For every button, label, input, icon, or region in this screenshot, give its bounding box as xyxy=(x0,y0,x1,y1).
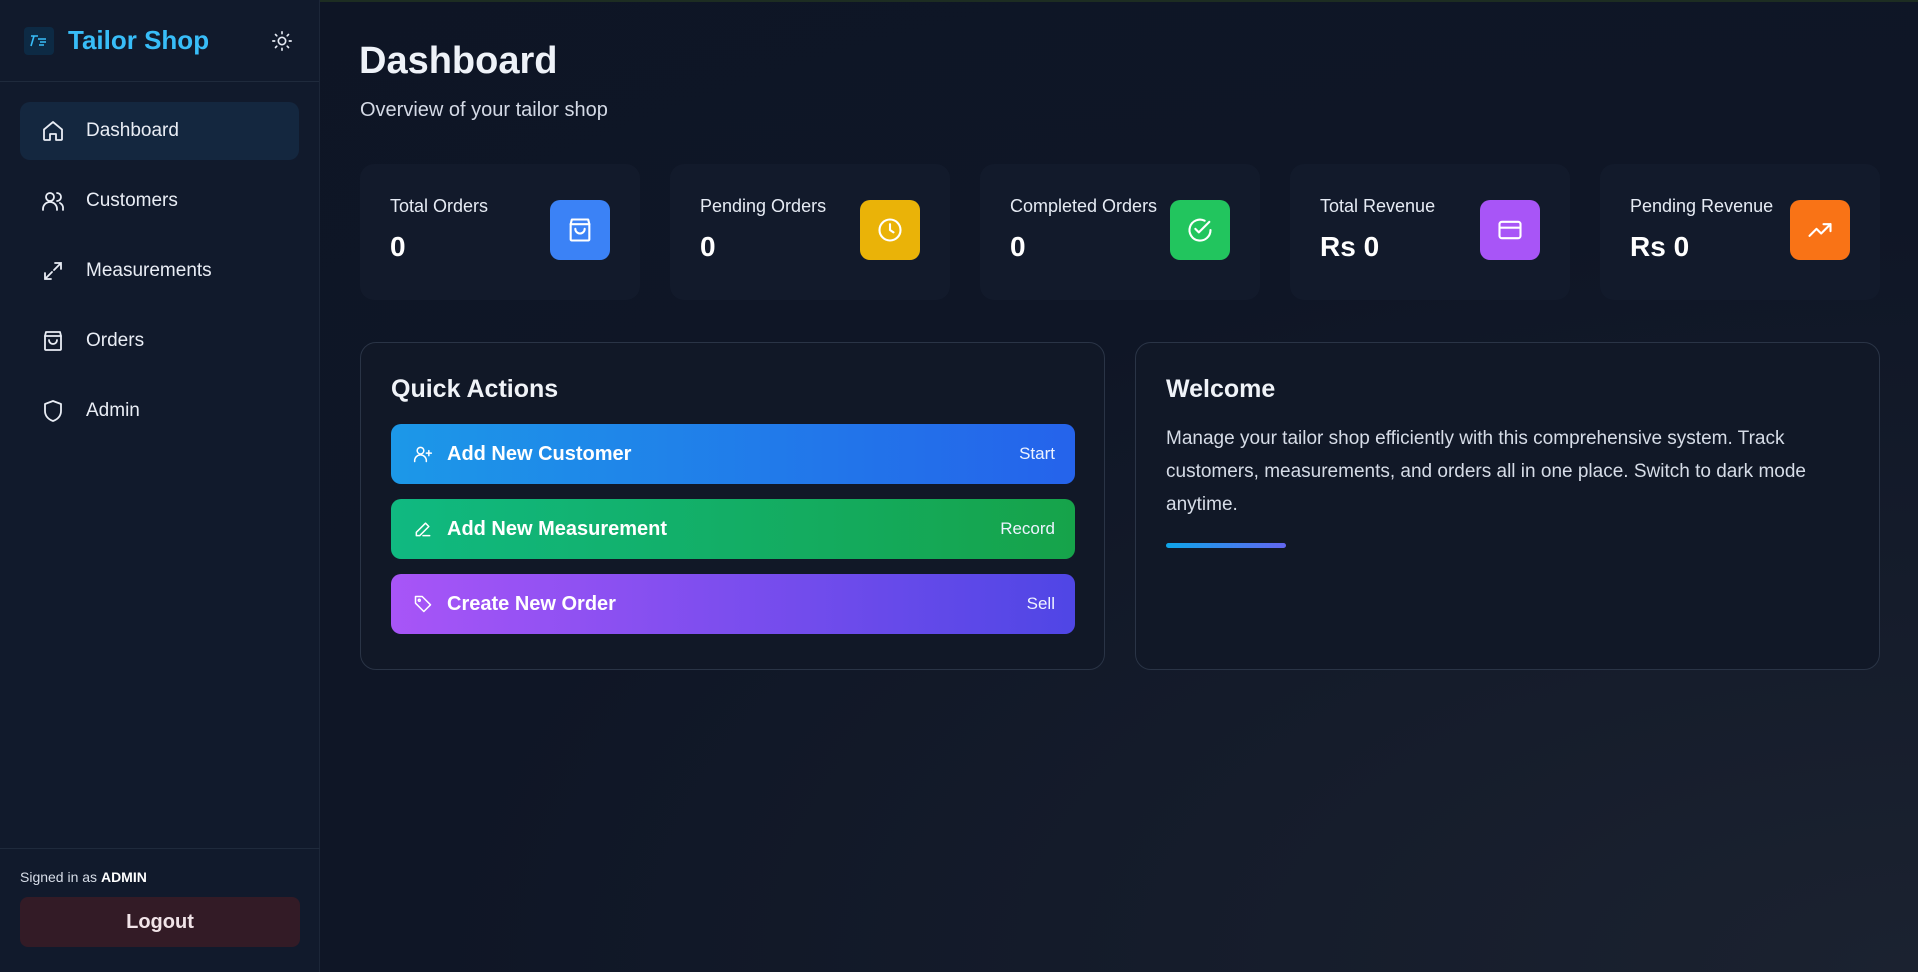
page-subtitle: Overview of your tailor shop xyxy=(360,99,608,121)
quick-action-hint: Start xyxy=(1019,444,1055,463)
brand-header: Tailor Shop xyxy=(0,0,319,82)
stat-label: Total Revenue xyxy=(1320,196,1436,216)
main-content: Dashboard Overview of your tailor shop T… xyxy=(320,0,1918,972)
quick-action-hint: Record xyxy=(1000,519,1055,538)
sidebar-item-dashboard[interactable]: Dashboard xyxy=(20,102,299,160)
sidebar-item-label: Orders xyxy=(86,330,145,351)
theme-toggle-sun-icon[interactable] xyxy=(265,24,299,58)
stat-value: 0 xyxy=(390,231,406,262)
home-icon xyxy=(40,118,66,144)
sidebar-footer: Signed in as ADMIN Logout xyxy=(0,848,320,972)
quick-actions-title: Quick Actions xyxy=(391,375,559,403)
stat-card-pending-orders: Pending Orders 0 xyxy=(670,164,950,300)
sidebar-item-admin[interactable]: Admin xyxy=(20,382,299,440)
signed-in-user: ADMIN xyxy=(100,869,147,885)
quick-action-label: Create New Order xyxy=(447,592,616,615)
app-root: Tailor Shop Dashboard Customers Measurem… xyxy=(0,0,1918,972)
logout-button[interactable]: Logout xyxy=(20,897,300,947)
welcome-accent-bar xyxy=(1166,543,1286,548)
welcome-text: Manage your tailor shop efficiently with… xyxy=(1166,428,1806,515)
quick-action-hint: Sell xyxy=(1026,594,1055,613)
sidebar-item-measurements[interactable]: Measurements xyxy=(20,242,299,300)
stat-card-total-orders: Total Orders 0 xyxy=(360,164,640,300)
create-new-order-button[interactable]: Create New Order Sell xyxy=(391,574,1075,634)
user-plus-icon xyxy=(411,442,435,466)
expand-arrows-icon xyxy=(40,258,66,284)
signed-in-status: Signed in as ADMIN xyxy=(20,869,300,885)
quick-action-label: Add New Measurement xyxy=(447,517,668,540)
stat-value: Rs 0 xyxy=(1320,231,1380,262)
stat-value: 0 xyxy=(700,231,716,262)
quick-actions-panel: Quick Actions Add New Customer Start Add… xyxy=(360,342,1105,670)
sidebar-item-customers[interactable]: Customers xyxy=(20,172,299,230)
stat-value: Rs 0 xyxy=(1630,231,1690,262)
stats-row: Total Orders 0 Pending Orders 0 Complete… xyxy=(360,164,1880,300)
sidebar: Tailor Shop Dashboard Customers Measurem… xyxy=(0,0,320,972)
stat-label: Pending Revenue xyxy=(1630,196,1774,216)
quick-action-label: Add New Customer xyxy=(447,442,632,465)
sidebar-item-label: Measurements xyxy=(86,260,212,281)
stat-card-total-revenue: Total Revenue Rs 0 xyxy=(1290,164,1570,300)
page-title: Dashboard xyxy=(359,40,558,82)
stat-card-pending-revenue: Pending Revenue Rs 0 xyxy=(1600,164,1880,300)
shopping-bag-icon xyxy=(40,328,66,354)
quick-actions-list: Add New Customer Start Add New Measureme… xyxy=(391,424,1075,634)
welcome-panel: Welcome Manage your tailor shop efficien… xyxy=(1135,342,1880,670)
sidebar-item-label: Dashboard xyxy=(86,120,179,141)
stat-label: Pending Orders xyxy=(700,196,827,216)
clock-icon xyxy=(860,200,920,260)
sidebar-item-orders[interactable]: Orders xyxy=(20,312,299,370)
shopping-bag-icon xyxy=(550,200,610,260)
add-new-measurement-button[interactable]: Add New Measurement Record xyxy=(391,499,1075,559)
trending-up-icon xyxy=(1790,200,1850,260)
panels-row: Quick Actions Add New Customer Start Add… xyxy=(360,342,1880,670)
brand-name[interactable]: Tailor Shop xyxy=(68,25,265,56)
check-circle-icon xyxy=(1170,200,1230,260)
sidebar-item-label: Admin xyxy=(86,400,140,421)
sidebar-item-label: Customers xyxy=(86,190,178,211)
credit-card-icon xyxy=(1480,200,1540,260)
signed-in-prefix: Signed in as xyxy=(20,869,98,885)
pencil-icon xyxy=(411,517,435,541)
stat-value: 0 xyxy=(1010,231,1026,262)
stat-label: Total Orders xyxy=(390,196,489,216)
stat-card-completed-orders: Completed Orders 0 xyxy=(980,164,1260,300)
tag-icon xyxy=(411,592,435,616)
brand-logo-icon xyxy=(24,26,54,55)
sidebar-nav: Dashboard Customers Measurements Orders … xyxy=(0,82,319,472)
stat-label: Completed Orders xyxy=(1010,196,1158,216)
shield-icon xyxy=(40,398,66,424)
add-new-customer-button[interactable]: Add New Customer Start xyxy=(391,424,1075,484)
welcome-title: Welcome xyxy=(1166,375,1276,403)
users-icon xyxy=(40,188,66,214)
